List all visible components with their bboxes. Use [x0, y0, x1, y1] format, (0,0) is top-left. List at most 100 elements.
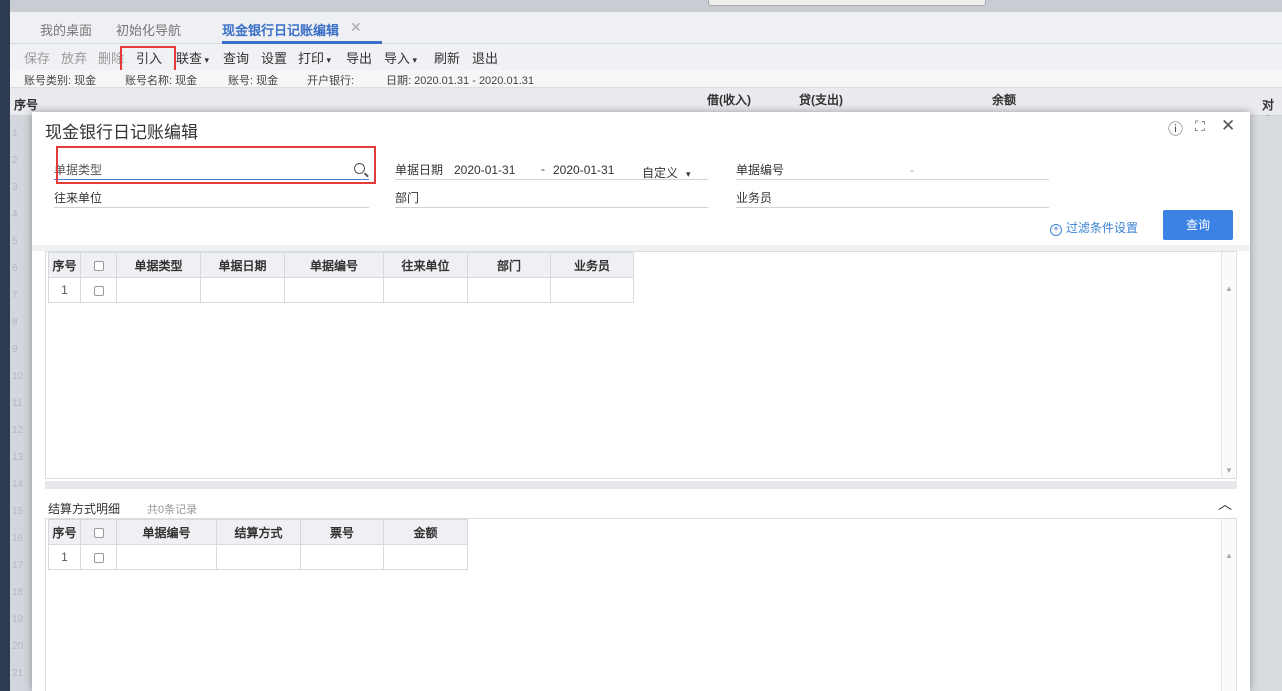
left-nav-strip [0, 0, 10, 691]
bg-row-number: 19 [12, 614, 24, 625]
scroll-up-icon[interactable]: ▲ [1225, 284, 1233, 293]
cell-doc-no[interactable] [284, 277, 384, 303]
date-to-input[interactable]: 2020-01-31 [553, 163, 614, 177]
discard-button[interactable]: 放弃 [61, 48, 87, 67]
tab-desktop[interactable]: 我的桌面 [40, 20, 92, 39]
doc-list-panel: 序号 单据类型 单据日期 单据编号 往来单位 部门 业务员 1 ▲ ▼ [45, 251, 1237, 479]
tab-close-icon[interactable]: ✕ [350, 19, 362, 36]
doc-no-underline[interactable] [736, 179, 1049, 180]
select-all-checkbox[interactable] [93, 260, 104, 271]
bg-row-number: 20 [12, 641, 24, 652]
cell-dept[interactable] [467, 277, 551, 303]
link-query-button[interactable]: 联查 ▾ [176, 48, 209, 67]
col-doc-date[interactable]: 单据日期 [200, 252, 285, 278]
cell-doc-no[interactable] [116, 544, 217, 570]
settlement-table: 序号 单据编号 结算方式 票号 金额 1 [48, 519, 468, 570]
save-button[interactable]: 保存 [24, 48, 50, 67]
close-icon[interactable]: ✕ [1221, 116, 1235, 136]
maximize-icon[interactable]: ⛶ [1195, 118, 1205, 135]
col-select-all[interactable] [80, 519, 117, 545]
table-header-row: 序号 单据编号 结算方式 票号 金额 [48, 519, 468, 545]
dept-label: 部门 [395, 191, 420, 205]
chevron-down-icon: ▾ [686, 169, 691, 179]
date-range: 日期: 2020.01.31 - 2020.01.31 [386, 75, 534, 87]
account-type: 账号类别: 现金 [24, 75, 97, 87]
bg-row-number: 17 [12, 560, 24, 571]
tab-cash-bank-journal[interactable]: 现金银行日记账编辑 [222, 20, 339, 39]
table-row[interactable]: 1 [48, 544, 468, 570]
select-all-checkbox[interactable] [93, 527, 104, 538]
row-checkbox-cell[interactable] [80, 277, 117, 303]
toolbar: 保存 放弃 删除 引入 联查 ▾ 查询 设置 打印 ▾ 导出 导入 ▾ 刷新 退… [10, 44, 1282, 70]
col-doc-no[interactable]: 单据编号 [116, 519, 217, 545]
col-doc-type[interactable]: 单据类型 [116, 252, 201, 278]
bg-row-number: 11 [12, 398, 23, 409]
bg-col-balance: 余额 [992, 93, 1017, 107]
salesman-input[interactable] [736, 207, 1049, 208]
cell-ticket-no[interactable] [300, 544, 384, 570]
exit-button[interactable]: 退出 [472, 48, 498, 67]
bg-row-number: 15 [12, 506, 24, 517]
col-salesman[interactable]: 业务员 [550, 252, 634, 278]
filter-settings-link[interactable]: + 过滤条件设置 [1050, 219, 1138, 236]
tab-init-guide[interactable]: 初始化导航 [116, 20, 181, 39]
cell-salesman[interactable] [550, 277, 634, 303]
doc-list-table: 序号 单据类型 单据日期 单据编号 往来单位 部门 业务员 1 [48, 252, 634, 303]
record-count: 共0条记录 [147, 504, 198, 516]
top-bar [0, 0, 1282, 12]
col-doc-no[interactable]: 单据编号 [284, 252, 384, 278]
cell-doc-type[interactable] [116, 277, 201, 303]
col-ticket-no[interactable]: 票号 [300, 519, 384, 545]
date-separator: - [541, 162, 545, 176]
date-from-input[interactable]: 2020-01-31 [454, 163, 515, 177]
highlight-box-doc-type [56, 146, 376, 184]
account-number: 账号: 现金 [228, 75, 279, 87]
export-button[interactable]: 导出 [346, 48, 372, 67]
help-circle-icon[interactable]: ⓘ [1168, 118, 1183, 139]
dialog-title: 现金银行日记账编辑 [45, 123, 198, 142]
doc-list-scrollbar[interactable]: ▲ ▼ [1221, 252, 1235, 478]
col-settlement-method[interactable]: 结算方式 [216, 519, 301, 545]
row-checkbox-cell[interactable] [80, 544, 117, 570]
scroll-up-icon[interactable]: ▲ [1225, 551, 1233, 560]
doc-no-label: 单据编号 [736, 163, 785, 177]
cell-partner[interactable] [383, 277, 468, 303]
bg-row-number: 18 [12, 587, 24, 598]
col-dept[interactable]: 部门 [467, 252, 551, 278]
col-seq: 序号 [48, 519, 81, 545]
col-amount[interactable]: 金额 [383, 519, 468, 545]
bg-row-number: 6 [12, 263, 18, 274]
row-checkbox[interactable] [93, 552, 104, 563]
bg-col-debit: 借(收入) [707, 93, 751, 107]
chevron-down-icon: ▾ [202, 55, 210, 65]
doc-date-label: 单据日期 [395, 163, 444, 177]
cell-doc-date[interactable] [200, 277, 285, 303]
background-right-area [1250, 116, 1282, 691]
bg-row-number: 10 [12, 371, 24, 382]
import-button[interactable]: 导入 ▾ [384, 48, 417, 67]
col-select-all[interactable] [80, 252, 117, 278]
panel-splitter[interactable] [45, 481, 1237, 489]
table-header-row: 序号 单据类型 单据日期 单据编号 往来单位 部门 业务员 [48, 252, 634, 278]
col-partner[interactable]: 往来单位 [383, 252, 468, 278]
query-toolbar-button[interactable]: 查询 [223, 48, 249, 67]
bg-row-number: 2 [12, 155, 18, 166]
row-checkbox[interactable] [93, 285, 104, 296]
partner-input[interactable] [54, 207, 369, 208]
global-search-input[interactable] [708, 0, 986, 6]
bg-row-number: 12 [12, 425, 24, 436]
query-button[interactable]: 查询 [1163, 210, 1233, 240]
settlement-scrollbar[interactable]: ▲ [1221, 519, 1235, 691]
settings-button[interactable]: 设置 [261, 48, 287, 67]
doc-date-underline [395, 179, 708, 180]
refresh-button[interactable]: 刷新 [434, 48, 460, 67]
print-button[interactable]: 打印 ▾ [298, 48, 331, 67]
cell-amount[interactable] [383, 544, 468, 570]
scroll-down-icon[interactable]: ▼ [1225, 466, 1233, 475]
chevron-up-icon[interactable]: ︿ [1218, 494, 1232, 514]
dept-input[interactable] [395, 207, 708, 208]
account-info-bar: 账号类别: 现金 账号名称: 现金 账号: 现金 开户银行: 日期: 2020.… [10, 70, 1282, 88]
cell-settlement-method[interactable] [216, 544, 301, 570]
plus-circle-icon: + [1050, 224, 1062, 236]
table-row[interactable]: 1 [48, 277, 634, 303]
